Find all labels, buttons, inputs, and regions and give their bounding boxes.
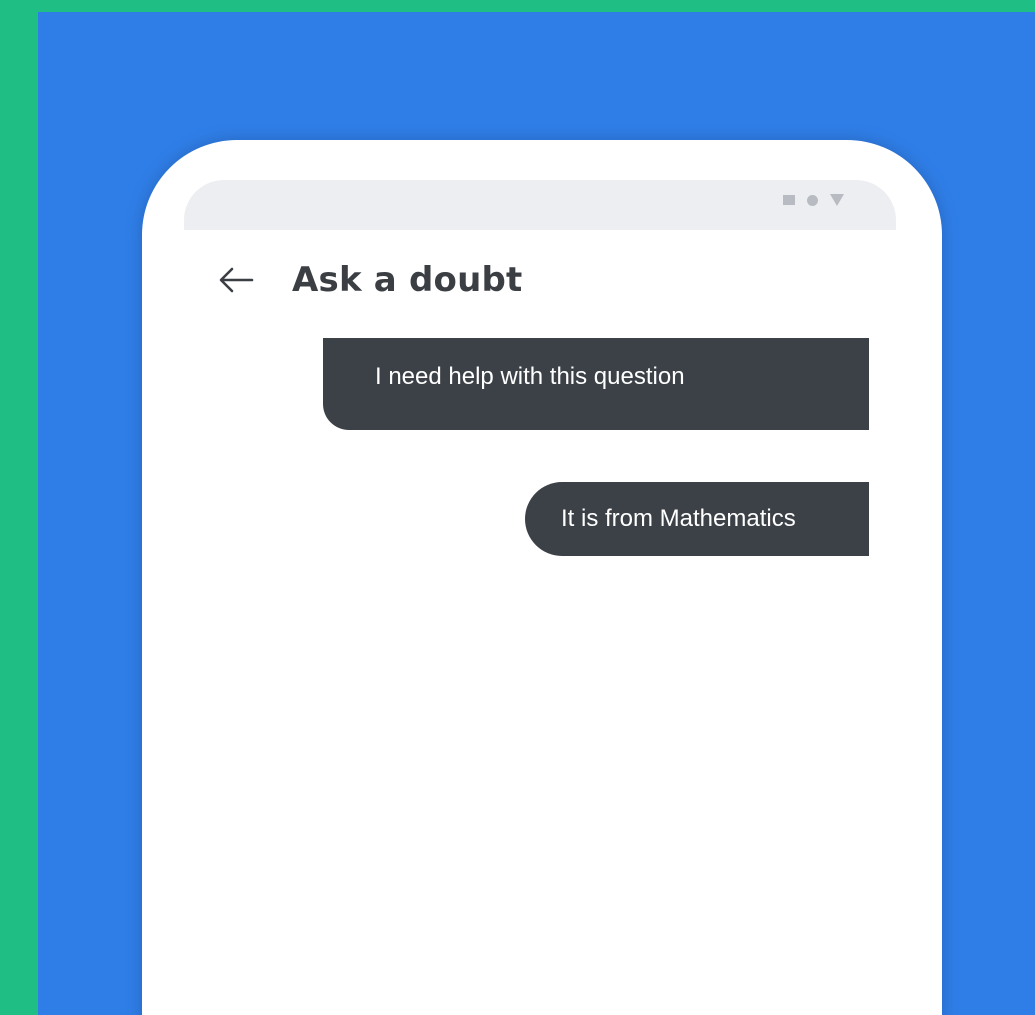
page-title: Ask a doubt — [292, 260, 523, 300]
status-icons — [783, 194, 844, 206]
chat-bubble: I need help with this question — [323, 338, 869, 430]
app-header: Ask a doubt — [216, 260, 522, 300]
phone-frame: Ask a doubt I need help with this questi… — [142, 140, 942, 1015]
dot-icon — [807, 194, 818, 206]
status-bar — [184, 180, 896, 230]
square-icon — [783, 195, 795, 205]
chat-bubble-text: I need help with this question — [375, 363, 685, 390]
arrow-left-icon[interactable] — [216, 260, 256, 300]
triangle-icon — [830, 194, 844, 206]
chat-bubble-text: It is from Mathematics — [561, 505, 796, 532]
chat-bubble: It is from Mathematics — [525, 482, 869, 556]
